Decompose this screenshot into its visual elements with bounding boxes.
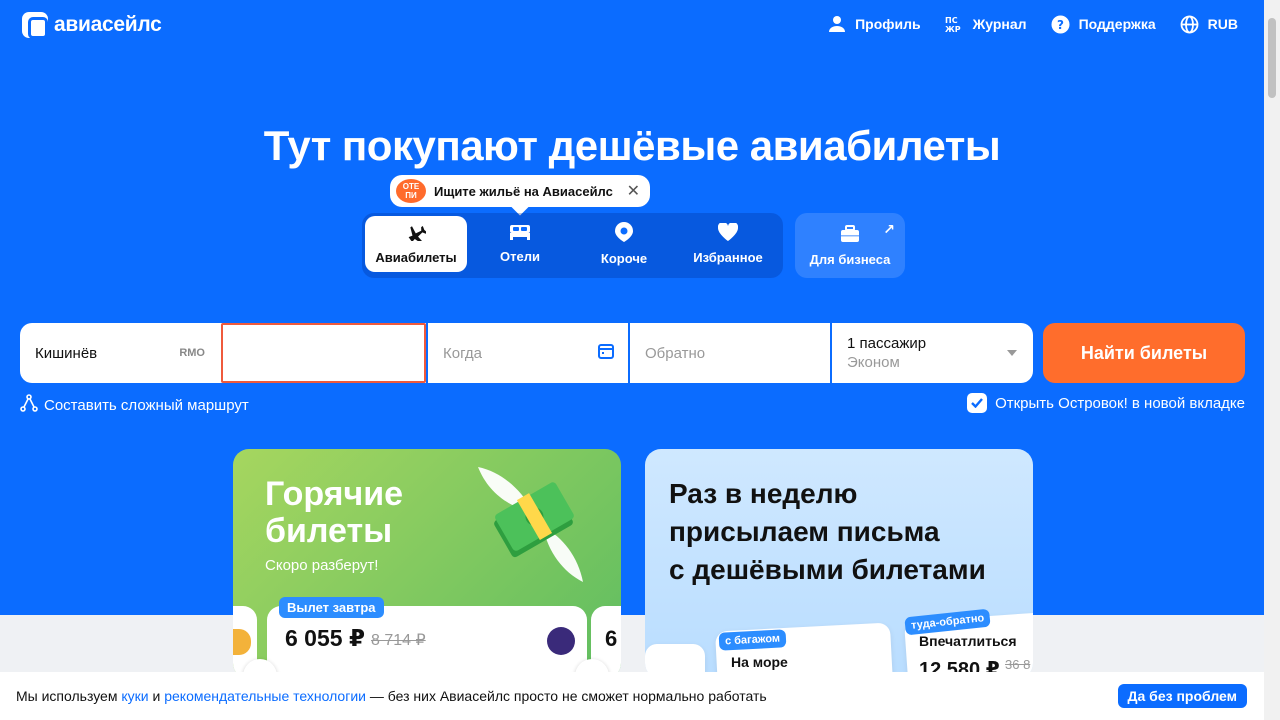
nav-journal[interactable]: ПС ЖР Журнал bbox=[945, 14, 1027, 34]
user-icon bbox=[827, 14, 847, 34]
winged-money-icon bbox=[468, 457, 598, 587]
promo-text: Ищите жильё на Авиасейлс bbox=[434, 183, 613, 199]
hot-title-line2: билеты bbox=[265, 512, 393, 550]
nav-profile-label: Профиль bbox=[855, 16, 921, 32]
briefcase-icon bbox=[840, 224, 860, 246]
newsletter-card[interactable]: Раз в неделю присылаем письма с дешёвыми… bbox=[645, 449, 1033, 679]
location-pin-icon bbox=[615, 222, 633, 245]
svg-text:?: ? bbox=[1057, 18, 1064, 32]
header-nav: Профиль ПС ЖР Журнал ? Поддержка RUB bbox=[827, 14, 1238, 34]
accept-cookies-button[interactable]: Да без проблем bbox=[1117, 684, 1247, 708]
nav-journal-label: Журнал bbox=[972, 16, 1027, 32]
deal-old-price: 8 714 ₽ bbox=[371, 632, 426, 649]
bed-icon bbox=[509, 224, 531, 243]
chevron-down-icon bbox=[1007, 350, 1017, 356]
deal-badge: Вылет завтра bbox=[279, 597, 384, 618]
return-date-placeholder: Обратно bbox=[645, 344, 706, 362]
passengers-value: 1 пассажир bbox=[847, 335, 927, 352]
close-icon[interactable]: ✕ bbox=[627, 181, 640, 201]
logo-text: авиасейлс bbox=[54, 13, 162, 36]
mini-ticket-tag: с багажом bbox=[718, 629, 787, 651]
journal-icon: ПС ЖР bbox=[945, 14, 965, 34]
newsletter-title-line3: с дешёвыми билетами bbox=[669, 554, 986, 585]
hot-title-line1: Горячие bbox=[265, 475, 404, 513]
top-navigation: авиасейлс Профиль ПС ЖР Журнал ? Поддержк… bbox=[0, 0, 1264, 50]
help-icon: ? bbox=[1051, 14, 1071, 34]
otepi-badge-icon: ОТЕ ПИ bbox=[396, 179, 426, 203]
open-ostrovok-option[interactable]: Открыть Островок! в новой вкладке bbox=[967, 393, 1245, 413]
airline-logo-icon bbox=[547, 627, 575, 655]
nav-support[interactable]: ? Поддержка bbox=[1051, 14, 1156, 34]
tab-business-label: Для бизнеса bbox=[809, 251, 891, 267]
tab-hotels-label: Отели bbox=[500, 249, 540, 264]
search-form: Кишинёв RMO Когда Обратно 1 пассажир Эко… bbox=[20, 323, 1033, 383]
heart-icon bbox=[717, 221, 739, 244]
cookie-text-1: Мы используем bbox=[16, 688, 122, 704]
hot-tickets-card[interactable]: Горячие билеты Скоро разберут! Вылет зав… bbox=[233, 449, 621, 679]
destination-field[interactable] bbox=[221, 323, 426, 383]
cookie-link[interactable]: куки bbox=[121, 688, 148, 704]
tab-favorites-label: Избранное bbox=[693, 250, 763, 265]
calendar-icon bbox=[598, 343, 614, 363]
page-title: Тут покупают дешёвые авиабилеты bbox=[263, 122, 1001, 169]
tab-koroche-label: Короче bbox=[600, 251, 648, 266]
origin-code: RMO bbox=[179, 347, 205, 359]
cookie-text-2: и bbox=[148, 688, 165, 704]
nav-profile[interactable]: Профиль bbox=[827, 14, 921, 34]
cookie-text-3: — без них Авиасейлс просто не сможет нор… bbox=[365, 688, 767, 704]
tab-flights[interactable]: Авиабилеты bbox=[365, 216, 467, 272]
departure-date-field[interactable]: Когда bbox=[426, 323, 628, 383]
tab-hotels[interactable]: Отели bbox=[469, 216, 571, 272]
passengers-field[interactable]: 1 пассажир Эконом bbox=[830, 323, 1033, 383]
route-icon bbox=[20, 394, 38, 416]
globe-icon bbox=[1180, 14, 1200, 34]
return-date-field[interactable]: Обратно bbox=[628, 323, 830, 383]
mini-ticket-text: Впечатлиться bbox=[919, 633, 1017, 649]
external-link-icon: ↗ bbox=[883, 221, 895, 237]
logo-icon bbox=[22, 12, 48, 39]
complex-route-label: Составить сложный маршрут bbox=[44, 396, 249, 414]
svg-text:ЖР: ЖР bbox=[945, 25, 961, 33]
deal-price: 6 055 ₽ bbox=[285, 625, 365, 651]
scrollbar-thumb[interactable] bbox=[1268, 18, 1276, 98]
recommendation-tech-link[interactable]: рекомендательные технологии bbox=[164, 688, 366, 704]
complex-route-link[interactable]: Составить сложный маршрут bbox=[20, 394, 249, 416]
departure-date-placeholder: Когда bbox=[443, 344, 482, 362]
tab-koroche[interactable]: Короче bbox=[573, 216, 675, 272]
tab-favorites[interactable]: Избранное bbox=[677, 216, 779, 272]
nav-currency-label: RUB bbox=[1207, 16, 1238, 32]
mini-ticket-text: На море bbox=[731, 654, 788, 670]
open-ostrovok-label: Открыть Островок! в новой вкладке bbox=[995, 394, 1245, 412]
hot-tickets-subtitle: Скоро разберут! bbox=[265, 557, 379, 574]
logo[interactable]: авиасейлс bbox=[22, 12, 162, 39]
hotel-promo-tooltip[interactable]: ОТЕ ПИ Ищите жильё на Авиасейлс ✕ bbox=[390, 175, 650, 207]
find-tickets-button[interactable]: Найти билеты bbox=[1043, 323, 1245, 383]
svg-text:ПС: ПС bbox=[945, 16, 958, 25]
hot-tickets-title: Горячие билеты bbox=[265, 476, 403, 550]
cabin-class: Эконом bbox=[847, 354, 900, 371]
newsletter-title: Раз в неделю присылаем письма с дешёвыми… bbox=[669, 475, 986, 589]
page-scrollbar[interactable] bbox=[1264, 0, 1280, 720]
plane-icon bbox=[406, 223, 428, 244]
service-tabs: Авиабилеты Отели Короче Избранное bbox=[362, 213, 783, 278]
origin-value: Кишинёв bbox=[35, 344, 98, 362]
checkbox[interactable] bbox=[967, 393, 988, 413]
origin-field[interactable]: Кишинёв RMO bbox=[20, 323, 221, 383]
newsletter-title-line2: присылаем письма bbox=[669, 516, 940, 547]
cookie-banner: Мы используем куки и рекомендательные те… bbox=[0, 672, 1264, 720]
tab-flights-label: Авиабилеты bbox=[375, 250, 457, 265]
newsletter-title-line1: Раз в неделю bbox=[669, 478, 858, 509]
cookie-text: Мы используем куки и рекомендательные те… bbox=[16, 688, 767, 704]
nav-support-label: Поддержка bbox=[1078, 16, 1156, 32]
nav-currency[interactable]: RUB bbox=[1180, 14, 1238, 34]
mini-ticket-old-price: 36 8 bbox=[1005, 657, 1031, 672]
tab-business[interactable]: ↗ Для бизнеса bbox=[795, 213, 905, 278]
